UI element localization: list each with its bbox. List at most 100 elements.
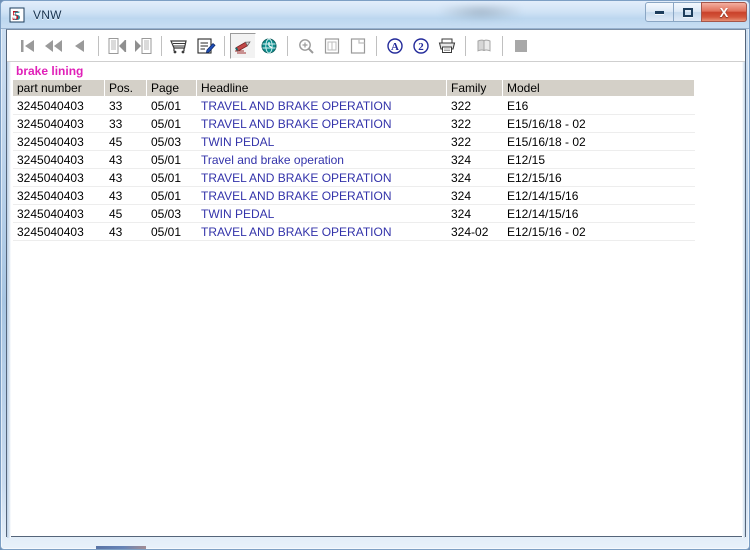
cell-headline[interactable]: Travel and brake operation [197, 151, 447, 168]
cell-page: 05/03 [151, 207, 182, 221]
document-first-icon [108, 37, 127, 54]
maximize-button[interactable] [673, 2, 702, 22]
cell-page: 05/03 [151, 135, 182, 149]
cell-headline[interactable]: TRAVEL AND BRAKE OPERATION [197, 223, 447, 240]
first-record-button[interactable] [15, 33, 41, 59]
cell-headline[interactable]: TRAVEL AND BRAKE OPERATION [197, 97, 447, 114]
right-edge-strip [742, 62, 745, 538]
app-5-icon: 5 5 [9, 7, 25, 24]
cell-pos: 43 [109, 189, 123, 203]
cell-model: E12/15/16 - 02 [507, 225, 586, 239]
edit-list-button[interactable] [193, 33, 219, 59]
cell-model: E15/16/18 - 02 [507, 117, 586, 131]
minimize-button[interactable] [645, 2, 674, 22]
cell-part-number: 3245040403 [17, 117, 84, 131]
toolbar-separator [98, 35, 99, 56]
title-bar[interactable]: 5 5 VNW X [1, 1, 749, 29]
rewind-button[interactable] [41, 33, 67, 59]
pen-nib-icon [235, 41, 251, 53]
table-row[interactable]: 3245040403 43 05/01 TRAVEL AND BRAKE OPE… [13, 169, 695, 187]
titlebar-artifact [441, 3, 521, 21]
window-controls: X [645, 2, 747, 22]
first-document-button[interactable] [104, 33, 130, 59]
table-row[interactable]: 3245040403 43 05/01 TRAVEL AND BRAKE OPE… [13, 187, 695, 205]
toolbar: A 2 [7, 30, 745, 62]
zoom-button[interactable] [293, 33, 319, 59]
table-header-row: part number Pos. Page Headline Family Mo… [13, 80, 695, 97]
table-row[interactable]: 3245040403 43 05/01 Travel and brake ope… [13, 151, 695, 169]
table-row[interactable]: 3245040403 33 05/01 TRAVEL AND BRAKE OPE… [13, 115, 695, 133]
svg-text:A: A [391, 41, 399, 53]
cell-page: 05/01 [151, 189, 182, 203]
column-header-page[interactable]: Page [147, 80, 197, 96]
cell-headline[interactable]: TWIN PEDAL [197, 205, 447, 222]
stop-button[interactable] [508, 33, 534, 59]
cell-headline[interactable]: TRAVEL AND BRAKE OPERATION [197, 187, 447, 204]
previous-record-button[interactable] [67, 33, 93, 59]
magnifier-plus-icon [299, 38, 314, 54]
toolbar-separator [502, 35, 503, 56]
cell-model: E12/14/15/16 [507, 207, 579, 221]
cell-part-number: 3245040403 [17, 225, 84, 239]
column-header-part-number[interactable]: part number [13, 80, 105, 96]
page-icon [324, 37, 340, 54]
circled-a-icon: A [387, 37, 403, 54]
close-button[interactable]: X [701, 2, 747, 22]
language-a-button[interactable]: A [382, 33, 408, 59]
toolbar-separator [161, 35, 162, 56]
cell-model: E12/15 [507, 153, 546, 167]
cell-page: 05/01 [151, 171, 182, 185]
cell-family: 322 [451, 99, 472, 113]
document-next-icon [135, 37, 152, 54]
table-row[interactable]: 3245040403 45 05/03 TWIN PEDAL 322 E15/1… [13, 133, 695, 151]
cell-model: E12/14/15/16 [507, 189, 579, 203]
left-edge-strip [7, 62, 11, 538]
cell-page: 05/01 [151, 153, 182, 167]
annotate-button[interactable] [230, 32, 256, 59]
cell-family: 324 [451, 171, 472, 185]
cell-part-number: 3245040403 [17, 171, 84, 185]
cell-model: E16 [507, 99, 529, 113]
cell-headline[interactable]: TWIN PEDAL [197, 133, 447, 150]
cell-family: 322 [451, 117, 472, 131]
next-document-button[interactable] [130, 33, 156, 59]
svg-text:2: 2 [418, 41, 424, 53]
edit-checklist-icon [197, 37, 216, 54]
svg-text:5: 5 [14, 8, 21, 23]
column-header-model[interactable]: Model [503, 80, 695, 96]
column-header-pos[interactable]: Pos. [105, 80, 147, 96]
cell-part-number: 3245040403 [17, 207, 84, 221]
taskbar-sliver [96, 546, 146, 549]
cell-pos: 43 [109, 153, 123, 167]
column-header-headline[interactable]: Headline [197, 80, 447, 96]
previous-icon [75, 39, 84, 52]
cell-headline[interactable]: TRAVEL AND BRAKE OPERATION [197, 169, 447, 186]
column-header-family[interactable]: Family [447, 80, 503, 96]
page-view-button[interactable] [319, 33, 345, 59]
print-button[interactable] [434, 33, 460, 59]
search-term-label: brake lining [16, 64, 84, 78]
book-button[interactable] [471, 33, 497, 59]
table-row[interactable]: 3245040403 43 05/01 TRAVEL AND BRAKE OPE… [13, 223, 695, 241]
cell-pos: 43 [109, 171, 123, 185]
stop-square-icon [515, 39, 527, 52]
cell-headline[interactable]: TRAVEL AND BRAKE OPERATION [197, 115, 447, 132]
globe-clock-icon [261, 38, 277, 53]
table-row[interactable]: 3245040403 33 05/01 TRAVEL AND BRAKE OPE… [13, 97, 695, 115]
skip-to-first-icon [21, 39, 34, 52]
globe-button[interactable] [256, 33, 282, 59]
rewind-icon [45, 39, 62, 52]
page-copy-button[interactable] [345, 33, 371, 59]
cell-part-number: 3245040403 [17, 153, 84, 167]
shopping-cart-button[interactable] [167, 33, 193, 59]
cell-pos: 43 [109, 225, 123, 239]
toolbar-separator [287, 35, 288, 56]
language-2-button[interactable]: 2 [408, 33, 434, 59]
cell-family: 324 [451, 153, 472, 167]
table-row[interactable]: 3245040403 45 05/03 TWIN PEDAL 324 E12/1… [13, 205, 695, 223]
page-copy-icon [350, 37, 366, 54]
cell-family: 324 [451, 189, 472, 203]
cell-pos: 45 [109, 135, 123, 149]
toolbar-separator [376, 35, 377, 56]
cell-part-number: 3245040403 [17, 135, 84, 149]
